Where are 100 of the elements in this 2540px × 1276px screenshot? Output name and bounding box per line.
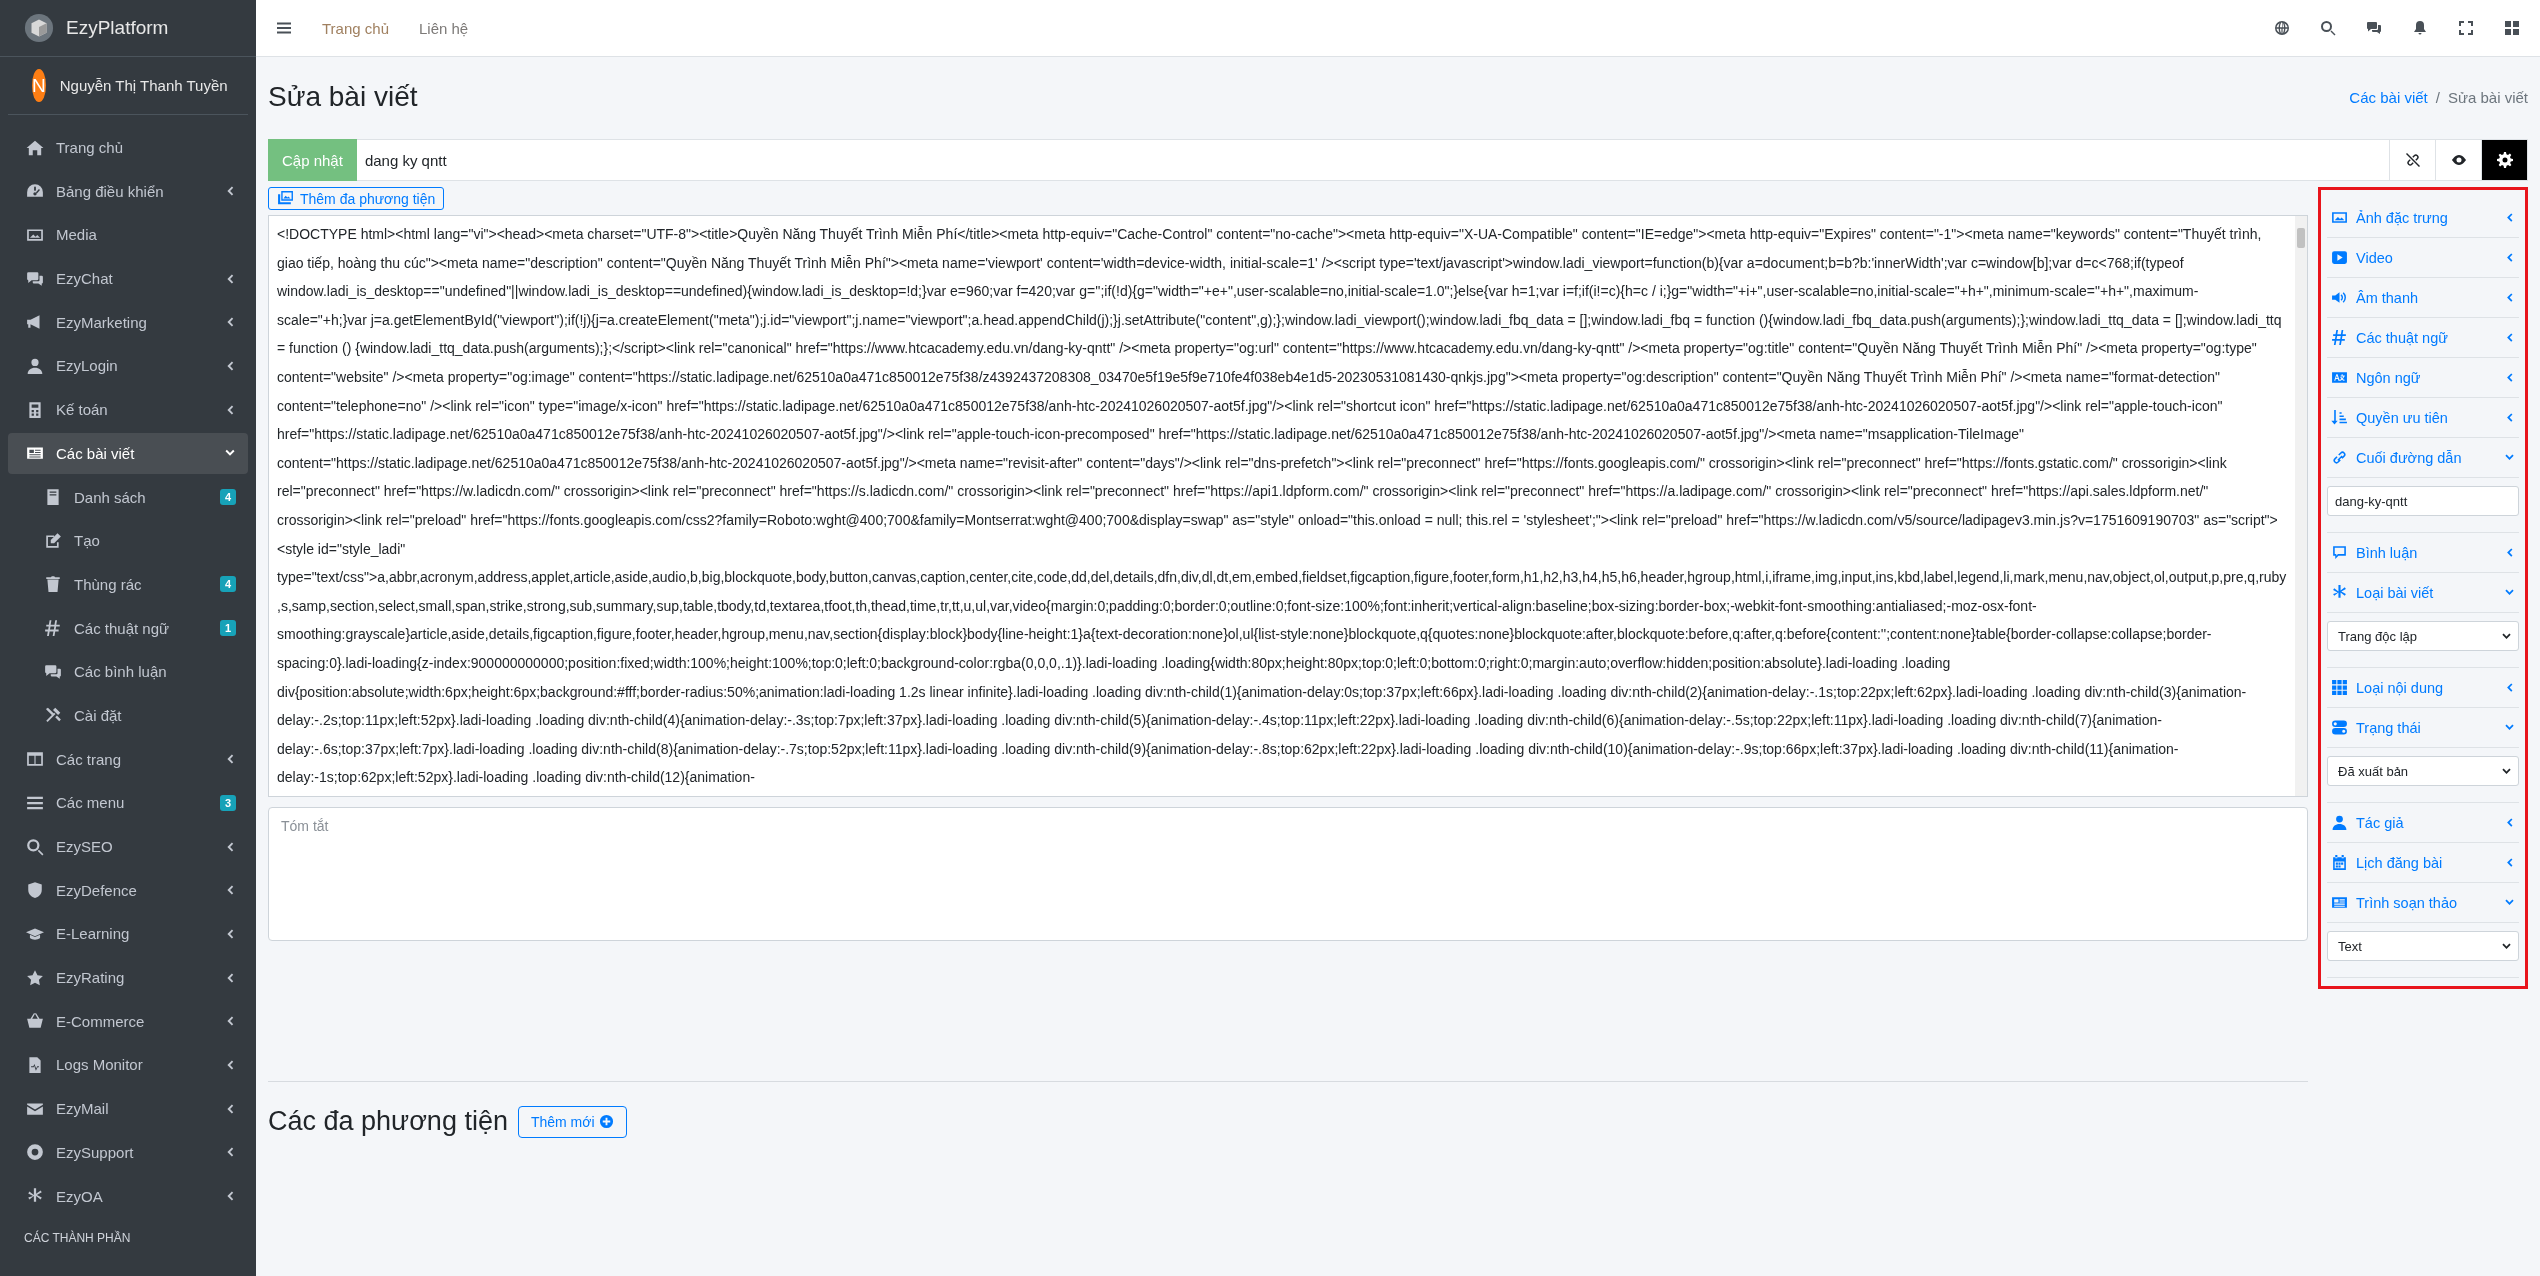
sort-icon — [2331, 409, 2348, 426]
edit-icon — [44, 531, 62, 550]
sidebar-item[interactable]: Các menu 3 — [8, 782, 248, 824]
asterisk-icon — [26, 1187, 44, 1205]
panel-section-header[interactable]: Loại bài viết — [2327, 573, 2519, 613]
nav-link[interactable]: Liên hệ — [419, 19, 469, 37]
sidebar-item[interactable]: EzyMarketing — [8, 301, 248, 343]
sidebar-item[interactable]: EzySEO — [8, 826, 248, 867]
settings-button[interactable] — [2482, 139, 2528, 181]
sidebar-item[interactable]: Các bài viết — [8, 432, 248, 474]
sidebar-item[interactable]: Trang chủ — [8, 127, 248, 168]
search-icon — [26, 837, 44, 856]
fullscreen-icon[interactable] — [2458, 20, 2474, 36]
panel-section-header[interactable]: Video — [2327, 238, 2519, 278]
panel-section-header[interactable]: Quyền ưu tiên — [2327, 398, 2519, 438]
dropdown[interactable]: Trang độc lập — [2327, 621, 2519, 651]
logo-icon — [24, 13, 54, 43]
chevron-icon — [2504, 722, 2515, 733]
add-new-button[interactable]: Thêm mới — [517, 1105, 627, 1138]
sidebar-item[interactable]: EzyMail — [8, 1088, 248, 1130]
breadcrumb-link[interactable]: Các bài viết — [2349, 88, 2428, 106]
summary-field[interactable]: Tóm tắt — [268, 806, 2308, 941]
sidebar-subitem[interactable]: Thùng rác 4 — [8, 563, 248, 605]
dropdown[interactable]: Đã xuất bản — [2327, 756, 2519, 786]
chevron-icon — [2504, 817, 2515, 828]
eye-button[interactable] — [2436, 139, 2482, 181]
sidebar-subitem[interactable]: Cài đặt — [8, 694, 248, 736]
chevron-icon — [2504, 547, 2515, 558]
breadcrumb-current-page: Sửa bài viết — [2447, 88, 2528, 106]
panel-section-header[interactable]: Lịch đăng bài — [2327, 843, 2519, 883]
sidebar-subitem[interactable]: Danh sách 4 — [8, 476, 248, 518]
grid-icon[interactable] — [2504, 20, 2520, 36]
page-title: Sửa bài viết — [268, 81, 418, 113]
newspaper-icon — [2331, 894, 2348, 911]
sidebar-item[interactable]: Media — [8, 214, 248, 256]
sidebar-section-header: CÁC THÀNH PHẦN — [23, 1229, 132, 1248]
panel-section-header[interactable]: Ngôn ngữ — [2327, 358, 2519, 398]
sidebar-item[interactable]: Logs Monitor — [8, 1044, 248, 1086]
panel-section-header[interactable]: Âm thanh — [2327, 278, 2519, 318]
toggle-icon — [2331, 719, 2348, 736]
panel-section-header[interactable]: Loại nội dung — [2327, 668, 2519, 708]
grid-icon — [2331, 679, 2348, 696]
title-field[interactable]: dang ky qntt — [356, 139, 2390, 181]
chevron-icon — [2504, 452, 2515, 463]
chevron-icon — [2504, 897, 2515, 908]
slug-field[interactable]: dang-ky-qntt — [2327, 486, 2519, 516]
calculator-icon — [26, 400, 44, 419]
globe-icon[interactable] — [2274, 20, 2290, 36]
sidebar-subitem[interactable]: Các bình luận — [8, 651, 248, 693]
sidebar-item[interactable]: Các trang — [8, 738, 248, 780]
chevron-icon — [2504, 292, 2515, 303]
sidebar-item[interactable]: EzyDefence — [8, 869, 248, 911]
sidebar-item[interactable]: E-Commerce — [8, 1000, 248, 1042]
sidebar-item[interactable]: EzyRating — [8, 957, 248, 999]
chat-icon — [44, 662, 62, 681]
sidebar-item[interactable]: EzyChat — [8, 258, 248, 300]
breadcrumb-separator: / — [2435, 88, 2440, 106]
hash-icon — [44, 619, 62, 638]
sidebar-item[interactable]: Kế toán — [8, 389, 248, 431]
sidebar-item[interactable]: EzySupport — [8, 1131, 248, 1173]
add-media-button[interactable]: Thêm đa phương tiện — [268, 187, 445, 210]
chat-icon — [26, 269, 44, 288]
home-icon — [26, 138, 44, 157]
sidebar-item[interactable]: EzyLogin — [8, 345, 248, 387]
scrollbar[interactable] — [2295, 216, 2307, 796]
plus-icon — [598, 1114, 614, 1130]
panel-section-header[interactable]: Tác giả — [2327, 803, 2519, 843]
panel-section-header[interactable]: Ảnh đặc trưng — [2327, 198, 2519, 238]
sidebar-subitem[interactable]: Tạo — [8, 520, 248, 562]
chevron-icon — [2504, 212, 2515, 223]
speaker-icon — [2331, 289, 2348, 306]
panel-section-header[interactable]: Cuối đường dẫn — [2327, 438, 2519, 478]
user-icon — [2331, 814, 2348, 831]
chevron-icon — [2504, 857, 2515, 868]
bell-icon[interactable] — [2412, 20, 2428, 36]
user-name[interactable]: Nguyễn Thị Thanh Tuyền — [59, 77, 228, 94]
menu-icon[interactable] — [276, 20, 292, 36]
panel-section-header[interactable]: Trạng thái — [2327, 708, 2519, 748]
sidebar-item[interactable]: E-Learning — [8, 913, 248, 955]
user-icon — [26, 356, 44, 375]
dropdown[interactable]: Text — [2327, 931, 2519, 961]
panel-section-header[interactable]: Các thuật ngữ — [2327, 318, 2519, 358]
content-editor[interactable]: <!DOCTYPE html><html lang="vi"><head><meta charset="UTF-8"><title>Quyền Năng Thuyết Trình Miễn Phí</title><meta http-equiv="Cache-Control" content="no-cache"><meta http-equiv="X-UA-Compatible" content="IE=edge"><meta http-equiv="Expires" content="-1"><meta name="keywords" content="Thuyết trình, giao tiếp, hoàng thu cúc"><meta name="description" content="Quyền Năng Thuyết Trình Miễn Phí"><meta name='viewport' content='width=device-width, initial-scale=1' /><script type='text/javascript'>window.ladi_viewport=function(b){var a=document;b=b?b:'innerWidth';var c=window[b];var d=c<768;if(typeof window.ladi_is_desktop=="undefined"||window.ladi_is_desktop==undefined){window.ladi_is_desktop=!d;}var e=960;var f=420;var g='';if(!d){g="width="+e+",user-scalable=no,initial-scale=1.0";}else{var h=1;var i=f;if(i!=c){h=c / i;}g="width="+i+",user-scalable=no,initial-scale="+h+",minimum-scale="+h+",maximum-scale="+h;}var j=a.getElementById("viewport");if(!j){j=a.createElement("meta");j.id="viewport";j.name="viewport";a.head.appendChild(j);}j.setAttribute("content",g);};window.ladi_viewport();window.ladi_fbq_data = [];window.ladi_fbq = function (){window.ladi_fbq_data.push(arguments);};window.ladi_ttq_data = [];window.ladi_ttq = function () {window.ladi_ttq_data.push(arguments);};</script><link rel="canonical" href="https://www.htcacademy.edu.vn/dang-ky-qntt" /><meta property="og:url" content="https://www.htcacademy.edu.vn/dang-ky-qntt" /><meta property="og:title" content="Quyền Năng Thuyết Trình Miễn Phí" /><meta property="og:type" content="website" /><meta property="og:image" content="https://static.ladipage.net/62510a0a471c850012e75f38/z4392437208308_03470e5f19e5f9e710fe4f038eb4e1d5-20230531081430-qnkjs.jpg"><meta property="og:description" content="Quyền Năng Thuyết Trình Miễn Phí" /><meta name="format-detection" content="telephone=no" /><link rel="icon" type="image/x-icon" href="https://static.ladipage.net/62510a0a471c850012e75f38/anh-htc-20241026020507-aot5f.jpg"/><link rel="shortcut icon" href="https://static.ladipage.net/62510a0a471c850012e75f38/anh-htc-20241026020507-aot5f.jpg"/><link rel="apple-touch-icon" href="https://static.ladipage.net/62510a0a471c850012e75f38/anh-htc-20241026020507-aot5f.jpg"/><link rel="apple-touch-icon-precomposed" href="https://static.ladipage.net/62510a0a471c850012e75f38/anh-htc-20241026020507-aot5f.jpg"/><meta name="msapplication-TileImage" content="https://static.ladipage.net/62510a0a471c850012e75f38/anh-htc-20241026020507-aot5f.jpg"/><meta name="revisit-after" content="days"/><link rel="dns-prefetch"><link rel="preconnect" href="https://fonts.googleapis.com/" crossorigin><link rel="preconnect" href="https://fonts.gstatic.com/" crossorigin><link rel="preconnect" href="https://w.ladicdn.com/" crossorigin><link rel="preconnect" href="https://s.ladicdn.com/" crossorigin><link rel="preconnect" href="https://api1.ldpform.com/" crossorigin><link rel="preconnect" href="https://a.ladipage.com/" crossorigin><link rel="preconnect" href="https://api.sales.ldpform.net/" crossorigin><link rel="preload" href="https://fonts.googleapis.com/css2?family=Roboto:wght@400;700&family=Montserrat:wght@400;700&display=swap" as="style" onload="this.onload = null; this.rel = 'stylesheet';"><link rel="preload" href="https://w.ladicdn.com/v5/source/ladipagev3.min.js?v=1751609190703" as="script"><style id="style_ladi" type="text/css">a,abbr,acronym,address,applet,article,aside,audio,b,big,blockquote,body,button,canvas,caption,center,cite,code,dd,del,details,dfn,div,dl,dt,em,embed,fieldset,figcaption,figure,footer,form,h1,h2,h3,h4,h5,h6,header,hgroup,html,i,iframe,img,input,ins,kbd,label,legend,li,mark,menu,nav,object,ol,output,p,pre,q,ruby,s,samp,section,select,small,span,strike,strong,sub,summary,sup,table,tbody,td,textarea,tfoot,th,thead,time,tr,tt,u,ul,var,video{margin:0;padding:0;border:0;outline:0;font-size:100%;font:inherit;vertical-align:baseline;box-sizing:border-box;-webkit-font-smoothing:antialiased;-moz-osx-font-smoothing:grayscale}article,aside,details,figcaption,figure,footer,header,hgroup,menu,nav,section{display:block}body{line-height:1}a{text-decoration:none}ol,ul{list-style:none}blockquote,q{quotes:none}blockquote:after,blockquote:before,q:after,q:before{content:'';content:none}table{border-collapse:collapse;border-spacing:0}.ladi-loading{z-index:900000000000;position:fixed;width:100%;height:100%;top:0;left:0;background-color:rgba(0,0,0,.1)}.ladi-loading .loading{width:80px;height:80px;top:0;left:0;bottom:0;right:0;margin:auto;overflow:hidden;position:absolute}.ladi-loading .loading div{position:absolute;width:6px;height:6px;background:#fff;border-radius:50%;animation:ladi-loading 1.2s linear infinite}.ladi-loading .loading div:nth-child(1){animation-delay:0s;top:37px;left:66px}.ladi-loading .loading div:nth-child(2){animation-delay:-.1s;top:22px;left:62px}.ladi-loading .loading div:nth-child(3){animation-delay:-.2s;top:11px;left:52px}.ladi-loading .loading div:nth-child(4){animation-delay:-.3s;top:7px;left:37px}.ladi-loading .loading div:nth-child(5){animation-delay:-.4s;top:11px;left:22px}.ladi-loading .loading div:nth-child(6){animation-delay:-.5s;top:22px;left:11px}.ladi-loading .loading div:nth-child(7){animation-delay:-.6s;top:37px;left:7px}.ladi-loading .loading div:nth-child(8){animation-delay:-.7s;top:52px;left:11px}.ladi-loading .loading div:nth-child(9){animation-delay:-.8s;top:62px;left:22px}.ladi-loading .loading div:nth-child(10){animation-delay:-.9s;top:66px;left:37px}.ladi-loading .loading div:nth-child(11){animation-delay:-1s;top:62px;left:52px}.ladi-loading .loading div:nth-child(12){animation- — [268, 215, 2308, 797]
language-icon — [2331, 369, 2348, 386]
brand-name: EzyPlatform — [66, 17, 169, 39]
sidebar-subitem[interactable]: Các thuật ngữ 1 — [8, 607, 248, 649]
eye-icon — [2450, 152, 2467, 168]
trash-icon — [44, 575, 62, 594]
sidebar-item[interactable]: Bảng điều khiển — [8, 170, 248, 212]
chat-icon[interactable] — [2366, 20, 2382, 36]
file-pulse-icon — [26, 1055, 44, 1074]
chevron-icon — [2504, 682, 2515, 693]
search-icon[interactable] — [2320, 20, 2336, 36]
sidebar-item[interactable]: EzyOA — [8, 1175, 248, 1217]
panel-section-header[interactable]: Bình luận — [2327, 533, 2519, 573]
images-icon — [277, 190, 294, 207]
nav-link[interactable]: Trang chủ — [322, 19, 389, 37]
unlink-button[interactable] — [2390, 139, 2436, 181]
panel-section-header[interactable]: Trình soạn thảo — [2327, 883, 2519, 923]
asterisk-icon — [2331, 584, 2348, 601]
